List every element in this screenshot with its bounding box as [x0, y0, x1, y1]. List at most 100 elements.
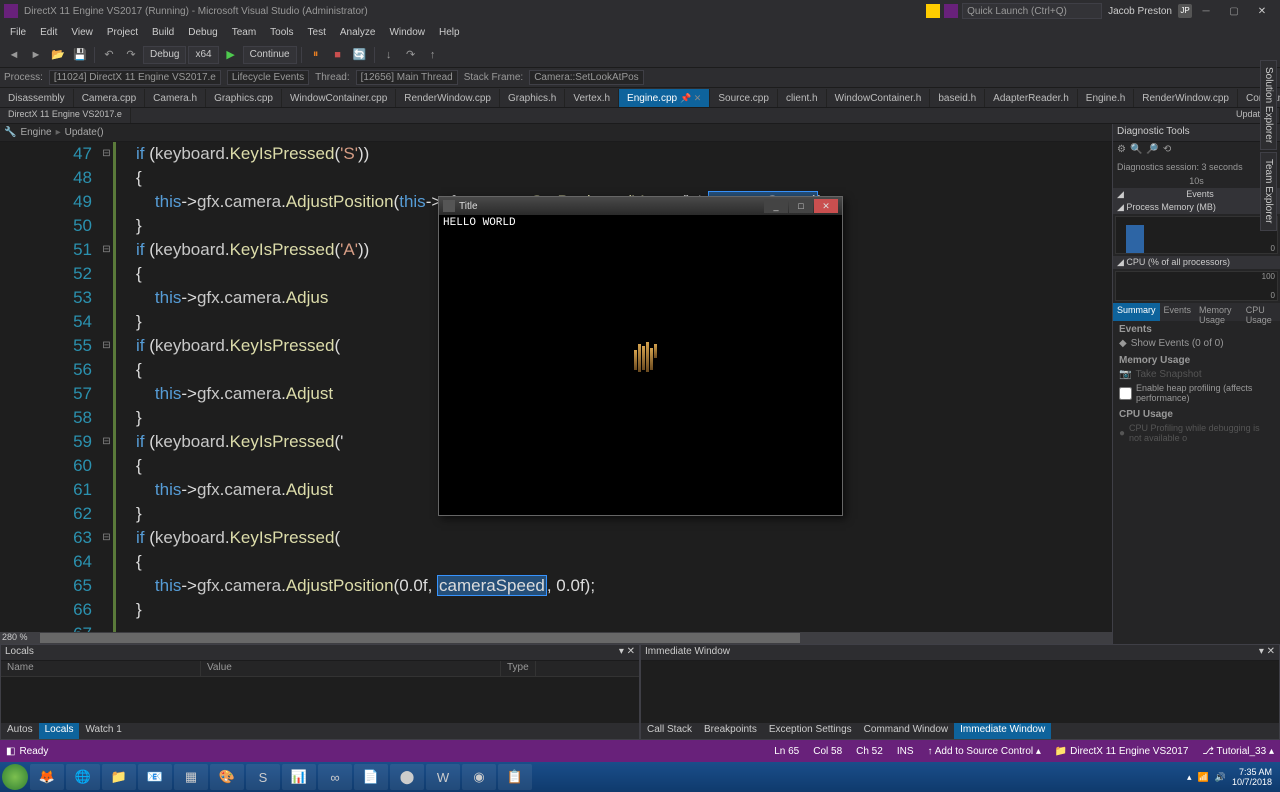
explorer-icon[interactable]: 📁 [102, 764, 136, 790]
app4-icon[interactable]: 📋 [498, 764, 532, 790]
tab-engine-h[interactable]: Engine.h [1078, 89, 1134, 107]
maximize-button[interactable]: ▢ [1220, 2, 1248, 20]
tab-renderwindow-cpp[interactable]: RenderWindow.cpp [1134, 89, 1238, 107]
continue-button[interactable]: Continue [243, 46, 297, 64]
tab-windowcontainer-h[interactable]: WindowContainer.h [827, 89, 931, 107]
horizontal-scrollbar[interactable]: 280 % [0, 632, 1112, 644]
frame-dropdown[interactable]: Camera::SetLookAtPos [529, 70, 644, 85]
nav-back-icon[interactable]: ◄ [4, 45, 24, 65]
tab-camera-cpp[interactable]: Camera.cpp [74, 89, 145, 107]
app-minimize-button[interactable]: _ [764, 199, 788, 213]
close-button[interactable]: ✕ [1248, 2, 1276, 20]
flag-icon[interactable] [944, 4, 958, 18]
status-proj[interactable]: 📁 DirectX 11 Engine VS2017 [1055, 746, 1188, 757]
btab-exception-settings[interactable]: Exception Settings [763, 723, 858, 739]
quick-launch-input[interactable]: Quick Launch (Ctrl+Q) [962, 3, 1102, 19]
pause-icon[interactable]: ⏸ [306, 45, 326, 65]
tab-windowcontainer-cpp[interactable]: WindowContainer.cpp [282, 89, 396, 107]
menu-edit[interactable]: Edit [34, 25, 63, 40]
system-tray[interactable]: ▴ 📶 🔊 7:35 AM 10/7/2018 [1187, 767, 1278, 787]
events-icon[interactable]: ◆ [1119, 338, 1127, 349]
diag-tab-memory-usage[interactable]: Memory Usage [1195, 303, 1242, 321]
tab-baseid-h[interactable]: baseid.h [930, 89, 985, 107]
stop-icon[interactable]: ■ [328, 45, 348, 65]
app-titlebar[interactable]: Title _ □ ✕ [439, 197, 842, 215]
directx-app-window[interactable]: Title _ □ ✕ HELLO WORLD [438, 196, 843, 516]
volume-icon[interactable]: 🔊 [1215, 772, 1226, 783]
diag-tool-icon[interactable]: ⚙ [1117, 144, 1126, 158]
tray-up-icon[interactable]: ▴ [1187, 772, 1192, 783]
obs-icon[interactable]: ⬤ [390, 764, 424, 790]
app2-icon[interactable]: 📊 [282, 764, 316, 790]
notification-icon[interactable] [926, 4, 940, 18]
btab-breakpoints[interactable]: Breakpoints [698, 723, 763, 739]
tab-disassembly[interactable]: Disassembly [0, 89, 74, 107]
locals-panel[interactable]: Locals▾ ✕ NameValueType AutosLocalsWatch… [0, 644, 640, 740]
start-button[interactable] [2, 764, 28, 790]
btab-watch-1[interactable]: Watch 1 [79, 723, 127, 739]
restart-icon[interactable]: 🔄 [350, 45, 370, 65]
menu-test[interactable]: Test [302, 25, 332, 40]
minimize-button[interactable]: ─ [1192, 2, 1220, 20]
menu-help[interactable]: Help [433, 25, 466, 40]
app3-icon[interactable]: 📄 [354, 764, 388, 790]
diag-tab-events[interactable]: Events [1160, 303, 1196, 321]
tab-source-cpp[interactable]: Source.cpp [710, 89, 778, 107]
tab-graphics-h[interactable]: Graphics.h [500, 89, 565, 107]
vs-taskbar-icon[interactable]: ∞ [318, 764, 352, 790]
camera-icon[interactable]: 📷 [1119, 369, 1131, 380]
menu-team[interactable]: Team [226, 25, 262, 40]
process-dropdown[interactable]: [11024] DirectX 11 Engine VS2017.e [49, 70, 221, 85]
zoom-level[interactable]: 280 % [2, 632, 28, 642]
chrome-icon[interactable]: 🌐 [66, 764, 100, 790]
zoom-in-icon[interactable]: 🔍 [1130, 144, 1142, 158]
tab-camera-h[interactable]: Camera.h [145, 89, 206, 107]
app-maximize-button[interactable]: □ [789, 199, 813, 213]
mem-header[interactable]: ◢ Process Memory (MB)▼ ⏸ [1113, 201, 1280, 214]
scrollbar-thumb[interactable] [40, 633, 800, 643]
thread-dropdown[interactable]: [12656] Main Thread [356, 70, 458, 85]
subtab-left[interactable]: DirectX 11 Engine VS2017.e [0, 108, 131, 123]
network-icon[interactable]: 📶 [1198, 772, 1209, 783]
cpu-header[interactable]: ◢ CPU (% of all processors) [1113, 256, 1280, 269]
open-icon[interactable]: 📂 [48, 45, 68, 65]
fold-column[interactable]: ⊟⊟⊟⊟⊟ [100, 142, 116, 632]
app-close-button[interactable]: ✕ [814, 199, 838, 213]
step-into-icon[interactable]: ↓ [379, 45, 399, 65]
menu-file[interactable]: File [4, 25, 32, 40]
user-avatar-icon[interactable]: JP [1178, 4, 1192, 18]
btab-call-stack[interactable]: Call Stack [641, 723, 698, 739]
btab-autos[interactable]: Autos [1, 723, 39, 739]
word-icon[interactable]: W [426, 764, 460, 790]
undo-icon[interactable]: ↶ [99, 45, 119, 65]
tab-client-h[interactable]: client.h [778, 89, 827, 107]
taskview-icon[interactable]: ▦ [174, 764, 208, 790]
diag-tab-summary[interactable]: Summary [1113, 303, 1160, 321]
config-dropdown[interactable]: Debug [143, 46, 186, 64]
outlook-icon[interactable]: 📧 [138, 764, 172, 790]
platform-dropdown[interactable]: x64 [188, 46, 218, 64]
user-name[interactable]: Jacob Preston [1108, 6, 1172, 17]
status-branch[interactable]: ⎇ Tutorial_33 ▴ [1202, 746, 1274, 757]
team-explorer-tab[interactable]: Team Explorer [1260, 152, 1277, 230]
menu-debug[interactable]: Debug [182, 25, 223, 40]
immediate-panel[interactable]: Immediate Window▾ ✕ Call StackBreakpoint… [640, 644, 1280, 740]
redo-icon[interactable]: ↷ [121, 45, 141, 65]
step-out-icon[interactable]: ↑ [423, 45, 443, 65]
tab-engine-cpp[interactable]: Engine.cpp📌 ✕ [619, 89, 710, 107]
tab-adapterreader-h[interactable]: AdapterReader.h [985, 89, 1078, 107]
save-icon[interactable]: 💾 [70, 45, 90, 65]
btab-immediate-window[interactable]: Immediate Window [954, 723, 1051, 739]
firefox-icon[interactable]: 🦊 [30, 764, 64, 790]
heap-checkbox[interactable] [1119, 387, 1132, 400]
diag-tab-cpu-usage[interactable]: CPU Usage [1242, 303, 1280, 321]
breadcrumb[interactable]: 🔧 Engine ▸ Update() [0, 124, 1112, 142]
memory-chart[interactable]: 380 [1115, 216, 1278, 254]
btab-command-window[interactable]: Command Window [858, 723, 954, 739]
reset-icon[interactable]: ⟲ [1163, 144, 1171, 158]
btab-locals[interactable]: Locals [39, 723, 80, 739]
app-icon[interactable]: 🎨 [210, 764, 244, 790]
cpu-chart[interactable]: 1000 [1115, 271, 1278, 301]
menu-build[interactable]: Build [146, 25, 180, 40]
menu-tools[interactable]: Tools [264, 25, 299, 40]
